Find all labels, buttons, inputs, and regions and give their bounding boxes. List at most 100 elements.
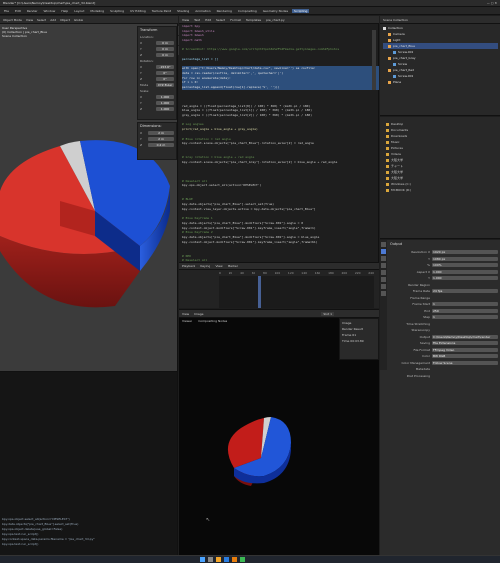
editor-menu-text[interactable]: Text [194, 18, 200, 22]
file-browser-item-label: Videos [391, 152, 401, 156]
transform-value-field[interactable]: -153.6° [156, 65, 174, 69]
transform-row-label: Y [140, 71, 142, 75]
timeline-menu-view[interactable]: View [215, 264, 222, 268]
transform-row-label: X [140, 41, 143, 45]
menu-item-scripting[interactable]: Scripting [292, 8, 310, 13]
editor-menu-templates[interactable]: Templates [246, 18, 261, 22]
property-value-field[interactable]: 1 [432, 315, 498, 320]
render-slot-selector[interactable]: Slot 1 [321, 311, 334, 316]
scene-tab-icon[interactable] [381, 263, 386, 268]
start-icon[interactable] [200, 557, 205, 562]
property-value-field[interactable]: 1.000 [432, 276, 498, 281]
property-value-field[interactable]: 24 fps [432, 289, 498, 294]
outliner[interactable]: Collection Camera Light pie_chart_Blue Screw… [380, 16, 500, 116]
transform-value-field[interactable]: XYZ Euler [156, 83, 174, 87]
viewport-menu-select[interactable]: Select [37, 18, 46, 22]
timeline-menu-marker[interactable]: Marker [228, 264, 238, 268]
property-value-field[interactable]: 1.000 [432, 269, 498, 274]
editor-menu-format[interactable]: Format [230, 18, 241, 22]
transform-value-field[interactable]: 1.000 [156, 107, 174, 111]
menu-item-edit[interactable]: Edit [13, 9, 23, 13]
object-tab-icon[interactable] [381, 277, 386, 282]
menu-item-rendering[interactable]: Rendering [215, 9, 234, 13]
viewport-menu-object-mode[interactable]: Object Mode [3, 18, 22, 22]
property-value-field[interactable]: 100% [432, 263, 498, 268]
property-value-field[interactable]: File Extensions [432, 341, 498, 346]
transform-row-label: X [140, 65, 143, 69]
property-value-field[interactable]: Follow Scene [432, 360, 498, 365]
viewport-menu-object[interactable]: Object [60, 18, 70, 22]
menu-item-geometry-nodes[interactable]: Geometry Nodes [261, 9, 290, 13]
outliner-item-label: Screw [398, 62, 408, 66]
transform-row-label: Rotation: [140, 59, 154, 63]
folder-icon [386, 122, 389, 126]
properties-editor[interactable]: Output Resolution X 1920 px Y 1080 px% 100% A… [380, 240, 500, 555]
menu-item-sculpting[interactable]: Sculpting [108, 9, 126, 13]
window-controls[interactable]: — ▢ ✕ [487, 1, 497, 5]
editor-menu-select[interactable]: Select [216, 18, 225, 22]
edge-icon[interactable] [224, 557, 229, 562]
dimension-value-field[interactable]: 2 m [148, 137, 174, 141]
menu-item-file[interactable]: File [2, 9, 11, 13]
menu-item-help[interactable]: Help [59, 9, 70, 13]
transform-value-field[interactable]: 1.000 [156, 95, 174, 99]
code-scrollbar[interactable] [372, 30, 376, 90]
menu-item-layout[interactable]: Layout [72, 9, 86, 13]
menu-item-compositing[interactable]: Compositing [236, 9, 259, 13]
viewport-menu-view[interactable]: View [26, 18, 33, 22]
menu-item-modeling[interactable]: Modeling [88, 9, 106, 13]
transform-value-field[interactable]: 1.000 [156, 101, 174, 105]
dimension-value-field[interactable]: 2 m [148, 131, 174, 135]
image-editor-menu-image[interactable]: Image [194, 312, 203, 316]
viewport-menu-global[interactable]: Global [74, 18, 84, 22]
image-editor-menu-view[interactable]: View [182, 312, 189, 316]
app-icon[interactable] [240, 557, 245, 562]
file-browser-panel[interactable]: Desktop Documents Downloads Music Pictures Vi… [380, 117, 500, 239]
property-value-field[interactable]: 1080 px [432, 256, 498, 261]
menu-item-shading[interactable]: Shading [175, 9, 191, 13]
blender-icon[interactable] [232, 557, 237, 562]
material-tab-icon[interactable] [381, 291, 386, 296]
modifier-tab-icon[interactable] [381, 284, 386, 289]
property-label: Frame Rate [412, 289, 430, 294]
view-layer-tab-icon[interactable] [381, 256, 386, 261]
menu-item-window[interactable]: Window [42, 9, 58, 13]
outliner-item-label: pie_chart_Red [393, 68, 415, 72]
timeline-menu-keying[interactable]: Keying [200, 264, 210, 268]
transform-value-field[interactable]: 0 m [156, 47, 174, 51]
outliner-item-label: pie_chart_Blue [393, 44, 416, 48]
render-tab-icon[interactable] [381, 242, 386, 247]
transform-value-field[interactable]: 0 m [156, 53, 174, 57]
property-value-field[interactable]: 1 [432, 302, 498, 307]
output-tab-icon[interactable] [381, 249, 386, 254]
python-console[interactable]: bpy.ops.object.select_all(action='DESELE… [0, 371, 178, 555]
property-value-field[interactable]: C:\Users\Nemoy\Desktop\chart\render [432, 334, 498, 339]
property-value-field[interactable]: 250 [432, 308, 498, 313]
transform-value-field[interactable]: 0° [156, 77, 174, 81]
editor-menu-view[interactable]: View [182, 18, 189, 22]
timeline-menu-playback[interactable]: Playback [182, 264, 195, 268]
code-body[interactable]: import bpy import bmesh_utils import bmesh… [179, 24, 379, 262]
viewport-menu-add[interactable]: Add [50, 18, 56, 22]
transform-value-field[interactable]: 0° [156, 71, 174, 75]
editor-menu-pie-chart-py[interactable]: pie_chart.py [266, 18, 285, 22]
menu-item-render[interactable]: Render [25, 9, 40, 13]
property-value-field[interactable]: BW RGB [432, 354, 498, 359]
menu-item-texture-paint[interactable]: Texture Paint [150, 9, 173, 13]
outliner-row[interactable]: Plane [383, 79, 498, 85]
transform-value-field[interactable]: 0 m [156, 41, 174, 45]
timeline[interactable]: 0 20 40 60 80 100 120 140 160 180 200 220 240 [179, 270, 379, 308]
property-value-field[interactable]: 1920 px [432, 250, 498, 255]
menu-item-uv-editing[interactable]: UV Editing [128, 9, 148, 13]
search-icon[interactable] [208, 557, 213, 562]
menu-item-animation[interactable]: Animation [193, 9, 212, 13]
property-value-field[interactable]: FFmpeg Video [432, 347, 498, 352]
file-explorer-icon[interactable] [216, 557, 221, 562]
editor-menu-edit[interactable]: Edit [205, 18, 211, 22]
folder-icon [386, 134, 389, 138]
world-tab-icon[interactable] [381, 270, 386, 275]
dimension-value-field[interactable]: 0.2 m [148, 143, 174, 147]
outliner-item-icon [388, 44, 391, 48]
file-browser-item[interactable]: MY-BOOK (D:) [386, 187, 496, 193]
file-browser-item-label: Pictures [391, 146, 403, 150]
